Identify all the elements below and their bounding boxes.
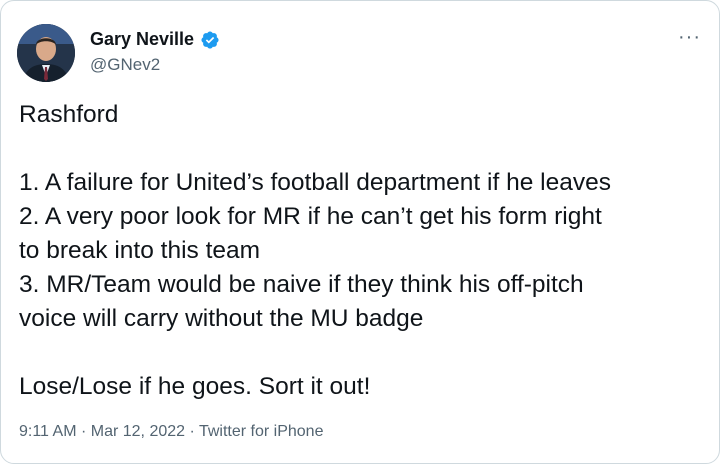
- tweet-source[interactable]: Twitter for iPhone: [199, 423, 324, 440]
- tweet-heading: Rashford: [19, 101, 119, 128]
- avatar-image: [17, 24, 75, 82]
- tweet-closing-line: Lose/Lose if he goes. Sort it out!: [19, 373, 371, 400]
- meta-separator: ·: [80, 423, 91, 440]
- author-handle[interactable]: @GNev2: [90, 55, 160, 75]
- tweet-meta: 9:11 AM · Mar 12, 2022 · Twitter for iPh…: [19, 423, 323, 441]
- tweet-date[interactable]: Mar 12, 2022: [91, 423, 185, 440]
- tweet-text: Rashford 1. A failure for United’s footb…: [19, 98, 709, 404]
- meta-separator: ·: [189, 423, 199, 440]
- tweet-line: 1. A failure for United’s football depar…: [19, 169, 611, 196]
- tweet-line: voice will carry without the MU badge: [19, 305, 424, 332]
- more-options-icon[interactable]: ···: [678, 27, 701, 47]
- avatar[interactable]: [17, 24, 75, 82]
- tweet-time[interactable]: 9:11 AM: [19, 423, 77, 440]
- verified-badge-icon: [200, 30, 220, 50]
- tweet-card: Gary Neville @GNev2 ··· Rashford 1. A fa…: [0, 0, 720, 464]
- author-display-name[interactable]: Gary Neville: [90, 29, 194, 50]
- tweet-line: 2. A very poor look for MR if he can’t g…: [19, 203, 602, 230]
- tweet-line: to break into this team: [19, 237, 261, 264]
- tweet-line: 3. MR/Team would be naive if they think …: [19, 271, 584, 298]
- author-name-row[interactable]: Gary Neville: [90, 29, 220, 50]
